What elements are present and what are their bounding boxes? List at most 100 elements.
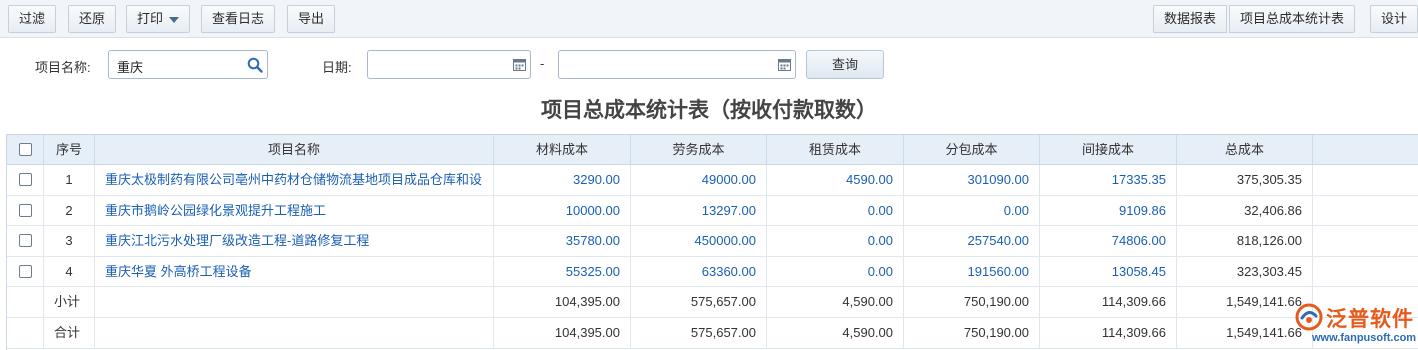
subtotal-labor: 575,657.00: [631, 287, 767, 317]
restore-button[interactable]: 还原: [68, 5, 117, 33]
row-no: 4: [44, 257, 95, 286]
calendar-icon[interactable]: [778, 58, 791, 71]
row-material-cost[interactable]: 35780.00: [494, 226, 631, 256]
logo-brand-text: 泛普软件: [1326, 308, 1414, 331]
header-total-cost[interactable]: 总成本: [1177, 135, 1313, 164]
row-total-cost: 32,406.86: [1177, 196, 1313, 225]
grandtotal-material: 104,395.00: [494, 318, 631, 348]
toolbar: 过滤 还原 打印 查看日志 导出 数据报表 项目总成本统计表 设计: [0, 0, 1418, 38]
header-lease-cost[interactable]: 租赁成本: [767, 135, 904, 164]
project-name-label: 项目名称:: [35, 60, 91, 75]
row-project-link[interactable]: 重庆华夏 外高桥工程设备: [95, 257, 494, 286]
row-indirect-cost[interactable]: 74806.00: [1040, 226, 1177, 256]
query-button[interactable]: 查询: [806, 50, 884, 79]
row-project-link[interactable]: 重庆太极制药有限公司亳州中药材仓储物流基地项目成品仓库和设: [95, 165, 494, 195]
row-lease-cost[interactable]: 0.00: [767, 196, 904, 225]
row-select-cell: [7, 226, 44, 256]
date-separator: -: [540, 56, 545, 71]
subtotal-lease: 4,590.00: [767, 287, 904, 317]
header-no[interactable]: 序号: [44, 135, 95, 164]
grandtotal-name-cell: [95, 318, 494, 348]
row-checkbox[interactable]: [18, 173, 32, 187]
header-subcontract-cost[interactable]: 分包成本: [904, 135, 1040, 164]
row-indirect-cost[interactable]: 17335.35: [1040, 165, 1177, 195]
row-subcontract-cost[interactable]: 301090.00: [904, 165, 1040, 195]
row-checkbox[interactable]: [18, 204, 32, 218]
header-indirect-cost[interactable]: 间接成本: [1040, 135, 1177, 164]
date-end-input[interactable]: [558, 50, 796, 79]
logo-mark-icon: [1295, 303, 1323, 331]
subtotal-indirect: 114,309.66: [1040, 287, 1177, 317]
row-select-cell: [7, 165, 44, 195]
row-project-link[interactable]: 重庆江北污水处理厂级改造工程-道路修复工程: [95, 226, 494, 256]
print-label: 打印: [137, 11, 164, 26]
row-material-cost[interactable]: 3290.00: [494, 165, 631, 195]
chevron-down-icon: [169, 16, 180, 23]
print-button[interactable]: 打印: [126, 5, 191, 33]
row-labor-cost[interactable]: 63360.00: [631, 257, 767, 286]
subtotal-material: 104,395.00: [494, 287, 631, 317]
row-lease-cost[interactable]: 4590.00: [767, 165, 904, 195]
filter-button[interactable]: 过滤: [8, 5, 57, 33]
grandtotal-labor: 575,657.00: [631, 318, 767, 348]
date-label: 日期:: [322, 60, 352, 75]
subtotal-row: 小计 104,395.00 575,657.00 4,590.00 750,19…: [7, 287, 1418, 318]
report-name-button[interactable]: 项目总成本统计表: [1229, 5, 1356, 33]
project-name-input[interactable]: 重庆: [108, 50, 268, 79]
grandtotal-lease: 4,590.00: [767, 318, 904, 348]
row-checkbox[interactable]: [18, 234, 32, 248]
brand-logo: 泛普软件 www.fanpusoft.com: [1290, 300, 1418, 350]
grandtotal-indirect: 114,309.66: [1040, 318, 1177, 348]
view-log-button[interactable]: 查看日志: [201, 5, 276, 33]
row-material-cost[interactable]: 55325.00: [494, 257, 631, 286]
row-project-link[interactable]: 重庆市鹅岭公园绿化景观提升工程施工: [95, 196, 494, 225]
subtotal-name-cell: [95, 287, 494, 317]
report-title: 项目总成本统计表（按收付款取数）: [541, 99, 877, 122]
row-material-cost[interactable]: 10000.00: [494, 196, 631, 225]
header-material-cost[interactable]: 材料成本: [494, 135, 631, 164]
row-subcontract-cost[interactable]: 0.00: [904, 196, 1040, 225]
table-row[interactable]: 2 重庆市鹅岭公园绿化景观提升工程施工 10000.00 13297.00 0.…: [7, 196, 1418, 226]
row-labor-cost[interactable]: 450000.00: [631, 226, 767, 256]
row-lease-cost[interactable]: 0.00: [767, 257, 904, 286]
select-all-checkbox[interactable]: [18, 143, 32, 157]
subtotal-spacer: [7, 287, 44, 317]
row-no: 1: [44, 165, 95, 195]
grandtotal-subcontract: 750,190.00: [904, 318, 1040, 348]
row-select-cell: [7, 257, 44, 286]
date-start-input[interactable]: [367, 50, 531, 79]
row-no: 3: [44, 226, 95, 256]
header-project-name[interactable]: 项目名称: [95, 135, 494, 164]
project-name-value: 重庆: [117, 60, 144, 75]
grandtotal-row: 合计 104,395.00 575,657.00 4,590.00 750,19…: [7, 318, 1418, 349]
subtotal-label: 小计: [44, 287, 95, 317]
select-all-cell: [7, 135, 44, 164]
search-icon[interactable]: [247, 57, 263, 73]
row-checkbox[interactable]: [18, 265, 32, 279]
row-total-cost: 323,303.45: [1177, 257, 1313, 286]
header-labor-cost[interactable]: 劳务成本: [631, 135, 767, 164]
data-report-button[interactable]: 数据报表: [1153, 5, 1228, 33]
row-labor-cost[interactable]: 13297.00: [631, 196, 767, 225]
table-row[interactable]: 1 重庆太极制药有限公司亳州中药材仓储物流基地项目成品仓库和设 3290.00 …: [7, 165, 1418, 196]
row-no: 2: [44, 196, 95, 225]
export-button[interactable]: 导出: [287, 5, 336, 33]
row-subcontract-cost[interactable]: 191560.00: [904, 257, 1040, 286]
table-header-row: 序号 项目名称 材料成本 劳务成本 租赁成本 分包成本 间接成本 总成本: [7, 135, 1418, 165]
calendar-icon[interactable]: [513, 58, 526, 71]
row-total-cost: 375,305.35: [1177, 165, 1313, 195]
table-row[interactable]: 4 重庆华夏 外高桥工程设备 55325.00 63360.00 0.00 19…: [7, 257, 1418, 287]
row-labor-cost[interactable]: 49000.00: [631, 165, 767, 195]
design-button[interactable]: 设计: [1370, 5, 1418, 33]
table-row[interactable]: 3 重庆江北污水处理厂级改造工程-道路修复工程 35780.00 450000.…: [7, 226, 1418, 257]
row-select-cell: [7, 196, 44, 225]
row-indirect-cost[interactable]: 9109.86: [1040, 196, 1177, 225]
row-lease-cost[interactable]: 0.00: [767, 226, 904, 256]
grandtotal-label: 合计: [44, 318, 95, 348]
grandtotal-spacer: [7, 318, 44, 348]
row-subcontract-cost[interactable]: 257540.00: [904, 226, 1040, 256]
logo-url-text: www.fanpusoft.com: [1312, 332, 1417, 344]
row-indirect-cost[interactable]: 13058.45: [1040, 257, 1177, 286]
row-total-cost: 818,126.00: [1177, 226, 1313, 256]
report-table: 序号 项目名称 材料成本 劳务成本 租赁成本 分包成本 间接成本 总成本 1 重…: [6, 134, 1418, 350]
